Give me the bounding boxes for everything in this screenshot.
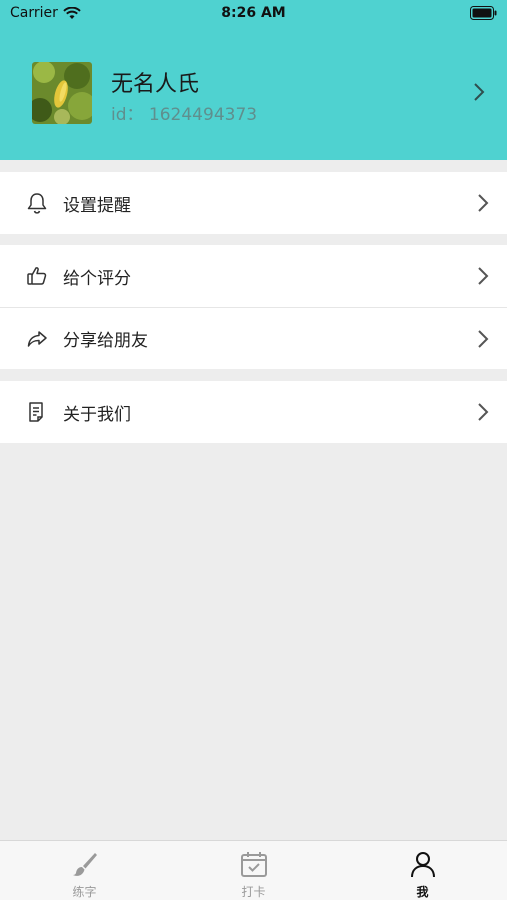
chevron-right-icon [474,83,485,101]
chevron-right-icon [478,403,489,421]
status-bar: Carrier 8:26 AM [0,0,507,28]
avatar-image [32,62,92,124]
profile-card[interactable]: 无名人氏 id： 1624494373 [0,58,507,128]
menu-label-rate: 给个评分 [63,268,131,289]
tab-me[interactable]: 我 [338,841,507,900]
calendar-check-icon [240,852,267,877]
document-icon [29,402,43,422]
avatar[interactable] [32,62,92,124]
tab-label: 打卡 [241,885,266,899]
share-arrow-icon [27,330,47,347]
settings-group: 设置提醒 [0,172,507,234]
brush-icon [72,853,97,876]
feedback-group: 给个评分 分享给朋友 [0,245,507,369]
about-group: 关于我们 [0,381,507,443]
chevron-right-icon [478,194,489,212]
tab-bar: 练字 打卡 我 [0,840,507,900]
menu-label-about: 关于我们 [63,404,131,425]
menu-label-remind: 设置提醒 [63,195,131,216]
tab-label: 练字 [72,885,97,899]
battery-icon [470,6,497,20]
tab-checkin[interactable]: 打卡 [169,841,338,900]
menu-item-about[interactable]: 关于我们 [0,381,507,443]
person-icon [410,852,435,878]
tab-label: 我 [416,885,429,899]
thumbs-up-icon [27,267,47,285]
user-id: id： 1624494373 [111,105,258,125]
profile-header: Carrier 8:26 AM 无名人氏 id： 1624494373 [0,0,507,160]
menu-item-remind[interactable]: 设置提醒 [0,172,507,234]
status-time: 8:26 AM [221,5,286,21]
menu-item-rate[interactable]: 给个评分 [0,245,507,307]
menu-label-share: 分享给朋友 [63,331,148,351]
tab-practice[interactable]: 练字 [0,841,169,900]
bell-icon [27,193,47,214]
user-name: 无名人氏 [111,72,200,97]
menu-item-share[interactable]: 分享给朋友 [0,307,507,369]
chevron-right-icon [478,330,489,348]
chevron-right-icon [478,267,489,285]
